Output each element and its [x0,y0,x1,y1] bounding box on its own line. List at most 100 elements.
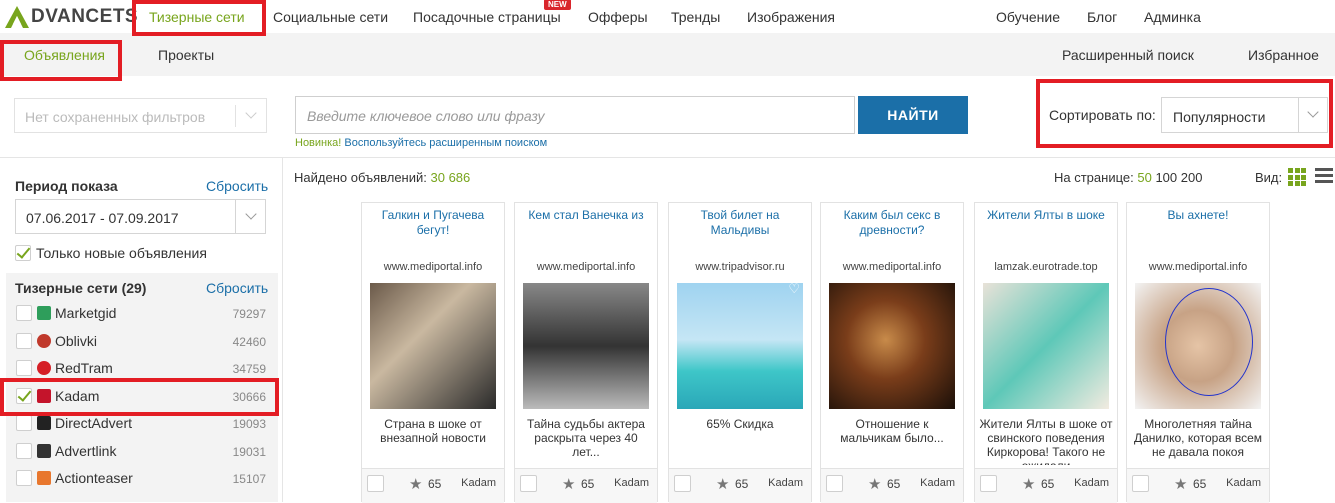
view-label: Вид: [1255,170,1283,185]
network-name: Actionteaser [55,470,133,486]
ad-title[interactable]: Твой билет на Мальдивы [673,208,807,238]
ad-card[interactable]: Твой билет на Мальдивы www.tripadvisor.ru… [668,202,812,503]
search-placeholder: Введите ключевое слово или фразу [307,108,545,124]
ad-card-footer: ★ 65 Kadam [821,468,963,503]
networks-reset-link[interactable]: Сбросить [206,280,268,296]
ad-image[interactable] [829,283,955,409]
ad-title[interactable]: Галкин и Пугачева бегут! [366,208,500,238]
chevron-down-icon [245,208,257,220]
per-page-50[interactable]: 50 [1137,170,1151,185]
ad-description: 65% Скидка [706,417,774,431]
ad-card-footer: ★ 65 Kadam [515,468,657,503]
ad-domain: www.tripadvisor.ru [695,261,785,273]
ad-select-checkbox[interactable] [367,475,384,492]
topnav-trends[interactable]: Тренды [671,0,720,33]
per-page-100[interactable]: 100 [1155,170,1177,185]
select-divider [235,200,236,233]
network-row-marketgid[interactable]: Marketgid 79297 [6,300,278,327]
search-hint: Новинка! Воспользуйтесь расширенным поис… [295,137,547,149]
ad-card[interactable]: Жители Ялты в шоке lamzak.eurotrade.top Жи… [974,202,1118,503]
topnav-offers[interactable]: Офферы [588,0,648,33]
ad-select-checkbox[interactable] [826,475,843,492]
ad-description: Отношение к мальчикам было... [840,417,944,445]
ad-domain: lamzak.eurotrade.top [994,261,1098,273]
topnav-admin[interactable]: Админка [1144,0,1201,33]
select-divider [235,105,236,127]
topnav-social-networks[interactable]: Социальные сети [273,0,388,33]
network-count: 34759 [232,362,266,376]
advanced-search-link[interactable]: Расширенный поиск [1062,47,1194,63]
list-view-icon[interactable] [1315,168,1333,186]
ad-domain: www.mediportal.info [842,261,942,273]
ad-card[interactable]: Каким был секс в древности? www.mediporta… [820,202,964,503]
logo-text: DVANCETS [31,6,139,27]
topnav-blog[interactable]: Блог [1087,0,1117,33]
ad-image[interactable]: ♡ [677,283,803,409]
ad-select-checkbox[interactable] [520,475,537,492]
ad-image[interactable] [1135,283,1261,409]
tab-projects[interactable]: Проекты [158,47,214,63]
marketgid-icon [37,306,51,320]
network-checkbox[interactable] [16,305,32,321]
grid-view-icon[interactable] [1288,168,1306,186]
ad-rating: 65 [428,477,442,491]
highlight-box [0,40,122,81]
chevron-down-icon [245,107,257,119]
ad-image-highlight-ring [1165,288,1253,396]
ad-card[interactable]: Галкин и Пугачева бегут! www.mediportal.i… [361,202,505,503]
network-count: 42460 [232,334,266,349]
ad-rating: 65 [735,477,749,491]
ad-card[interactable]: Вы ахнете! www.mediportal.info Многолетняя… [1126,202,1270,503]
ad-title[interactable]: Каким был секс в древности? [825,208,959,238]
topnav-landing-pages[interactable]: Посадочные страницы [413,0,561,33]
ad-select-checkbox[interactable] [1132,475,1149,492]
topnav-learning[interactable]: Обучение [996,0,1060,33]
favorite-heart-icon[interactable]: ♡ [788,283,800,297]
ad-image[interactable] [523,283,649,409]
favorites-link[interactable]: Избранное [1248,47,1319,63]
ad-card-footer: ★ 65 Kadam [1127,468,1269,503]
per-page-200[interactable]: 200 [1181,170,1203,185]
network-row-advertlink[interactable]: Advertlink 19031 [6,438,278,465]
highlight-box [1036,79,1333,148]
saved-filters-select[interactable]: Нет сохраненных фильтров [14,98,267,133]
network-name: RedTram [55,360,113,376]
network-row-oblivki[interactable]: Oblivki 42460 [6,328,278,355]
per-page-label: На странице: [1054,170,1134,185]
network-checkbox[interactable] [16,442,32,459]
network-checkbox[interactable] [16,415,32,431]
star-icon: ★ [1022,476,1036,493]
found-number: 30 686 [430,170,471,185]
ad-card-footer: ★ 65 Kadam [362,468,504,503]
network-name: Oblivki [55,332,98,349]
ad-image[interactable] [983,283,1109,409]
network-checkbox[interactable] [16,332,32,349]
date-range-picker[interactable]: 07.06.2017 - 07.09.2017 [15,199,266,234]
ad-select-checkbox[interactable] [674,475,691,492]
directadvert-icon [37,416,51,430]
filter-sidebar: Период показа Сбросить 07.06.2017 - 07.0… [0,158,283,502]
search-button[interactable]: НАЙТИ [858,96,968,134]
ad-title[interactable]: Кем стал Ванечка из [519,208,653,223]
found-count: Найдено объявлений: 30 686 [294,170,470,185]
only-new-checkbox[interactable] [15,245,31,261]
star-icon: ★ [409,476,423,493]
network-row-actionteaser[interactable]: Actionteaser 15107 [6,465,278,492]
ad-network: Kadam [768,477,803,489]
ad-title[interactable]: Вы ахнете! [1131,208,1265,223]
ad-select-checkbox[interactable] [980,475,997,492]
ad-network: Kadam [1226,477,1261,489]
topnav-images[interactable]: Изображения [747,0,835,33]
redtram-icon [37,361,51,375]
found-label: Найдено объявлений: [294,170,427,185]
ad-title[interactable]: Жители Ялты в шоке [979,208,1113,223]
hint-advanced-search-link[interactable]: Воспользуйтесь расширенным поиском [344,137,547,149]
network-checkbox[interactable] [16,470,32,486]
ad-image[interactable] [370,283,496,409]
logo[interactable]: DVANCETS [4,3,138,31]
ad-card[interactable]: Кем стал Ванечка из www.mediportal.info Та… [514,202,658,503]
search-input[interactable]: Введите ключевое слово или фразу [295,96,855,134]
per-page: На странице: 50 100 200 [1054,170,1202,185]
network-checkbox[interactable] [16,360,32,376]
period-reset-link[interactable]: Сбросить [206,178,268,194]
